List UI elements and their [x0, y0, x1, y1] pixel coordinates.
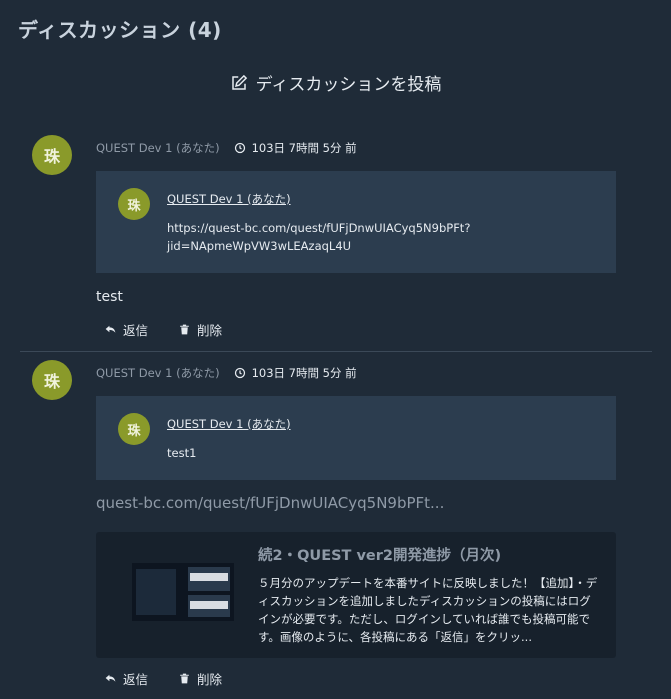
- reply-button[interactable]: 返信: [104, 320, 148, 339]
- reply-icon: [105, 674, 116, 682]
- quote-avatar[interactable]: 珠: [118, 188, 150, 220]
- quote-body: https://quest-bc.com/quest/fUFjDnwUIACyq…: [167, 221, 471, 253]
- post-actions: 返信 削除: [104, 320, 222, 339]
- link-preview-thumbnail: [132, 563, 234, 621]
- link-preview-description: ５月分のアップデートを本番サイトに反映しました！【追加】・ディスカッションを追加…: [258, 576, 598, 644]
- post-time: 103日 7時間 5分 前: [234, 365, 357, 381]
- reply-button[interactable]: 返信: [104, 669, 148, 688]
- edit-icon: [231, 74, 247, 90]
- post-discussion-button[interactable]: ディスカッションを投稿: [0, 70, 671, 95]
- post-body: test: [96, 289, 123, 305]
- quote-body: test1: [167, 446, 197, 460]
- avatar[interactable]: 珠: [32, 135, 72, 175]
- discussion-title: ディスカッション (4): [18, 18, 222, 42]
- post-divider: [20, 351, 652, 352]
- delete-button[interactable]: 削除: [178, 669, 222, 688]
- post-meta: QUEST Dev 1 (あなた) 103日 7時間 5分 前: [96, 140, 357, 156]
- trash-icon: [180, 324, 189, 335]
- avatar[interactable]: 珠: [32, 360, 72, 400]
- delete-button[interactable]: 削除: [178, 320, 222, 339]
- link-preview-title: 続2・QUEST ver2開発進捗（月次): [258, 548, 502, 564]
- link-preview-card[interactable]: 続2・QUEST ver2開発進捗（月次) ５月分のアップデートを本番サイトに反…: [96, 532, 616, 658]
- quote-avatar[interactable]: 珠: [118, 413, 150, 445]
- post-meta: QUEST Dev 1 (あなた) 103日 7時間 5分 前: [96, 365, 357, 381]
- quote-author-link[interactable]: QUEST Dev 1 (あなた): [167, 191, 291, 207]
- post-author: QUEST Dev 1 (あなた): [96, 141, 220, 155]
- quoted-post: 珠 QUEST Dev 1 (あなた) https://quest-bc.com…: [96, 171, 616, 273]
- post-time: 103日 7時間 5分 前: [234, 140, 357, 156]
- post-author: QUEST Dev 1 (あなた): [96, 366, 220, 380]
- trash-icon: [180, 673, 189, 684]
- reply-icon: [105, 325, 116, 333]
- quoted-post: 珠 QUEST Dev 1 (あなた) test1: [96, 396, 616, 480]
- quote-author-link[interactable]: QUEST Dev 1 (あなた): [167, 416, 291, 432]
- clock-icon: [234, 142, 245, 154]
- post-actions: 返信 削除: [104, 669, 222, 688]
- shared-link-url[interactable]: quest-bc.com/quest/fUFjDnwUIACyq5N9bPFt.…: [96, 494, 444, 512]
- clock-icon: [234, 367, 245, 379]
- post-discussion-label: ディスカッションを投稿: [255, 75, 442, 95]
